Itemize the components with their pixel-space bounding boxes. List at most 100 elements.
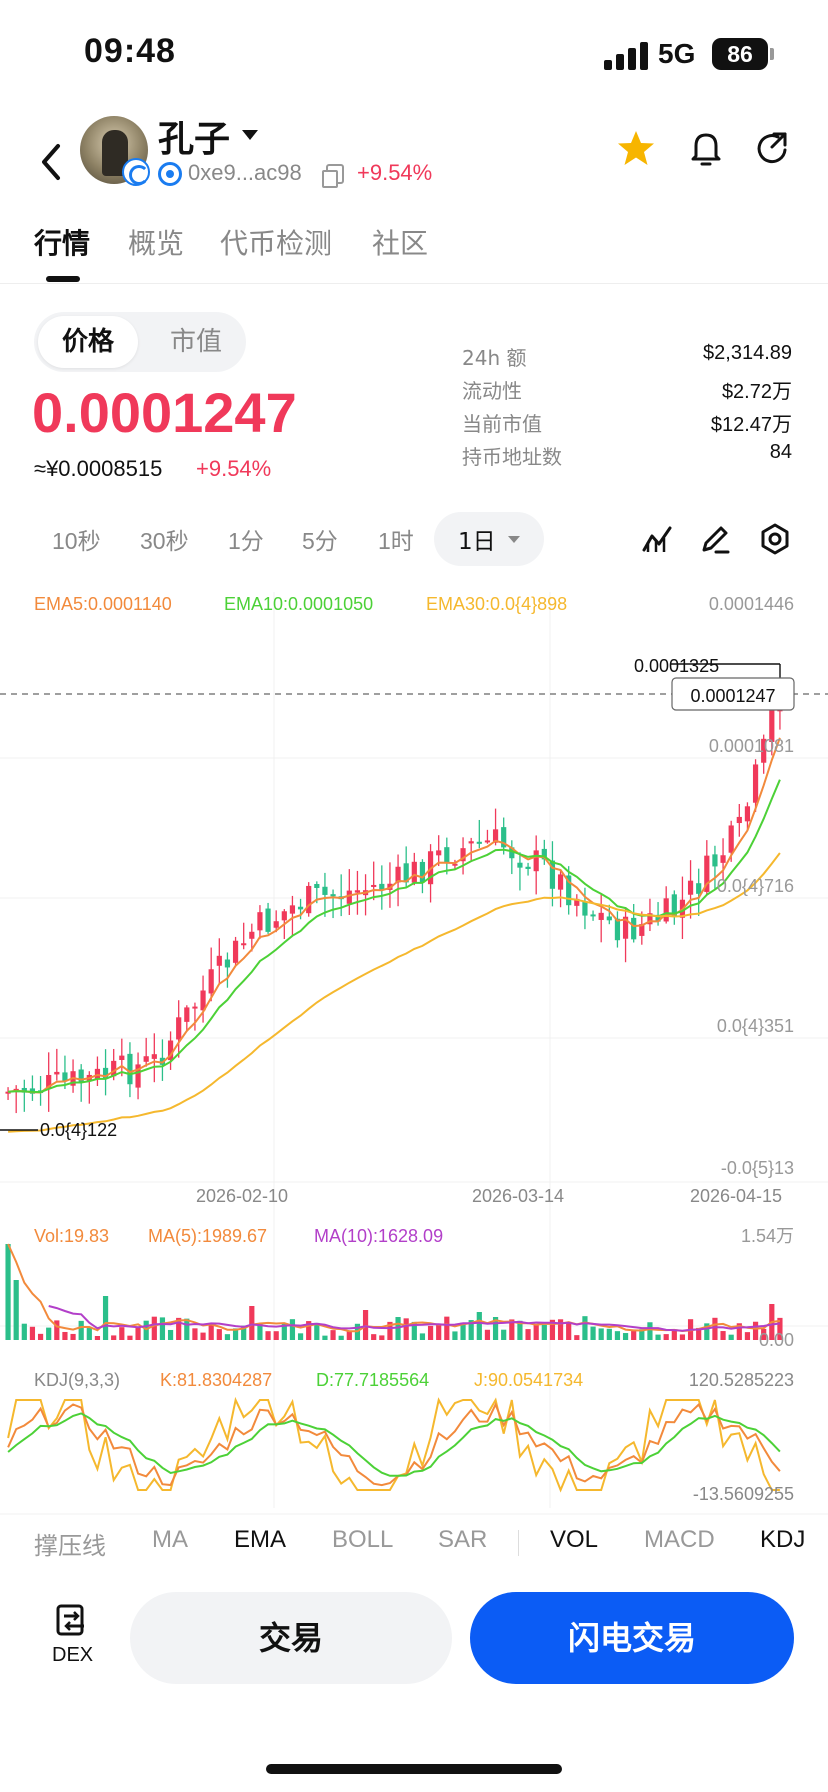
tab-community[interactable]: 社区 — [372, 222, 428, 262]
volume-bar — [151, 1316, 157, 1340]
volume-bar — [436, 1324, 442, 1340]
candle-body — [533, 850, 539, 872]
candle-body — [728, 825, 734, 853]
kline-chart[interactable]: EMA5:0.0001140 EMA10:0.0001050 EMA30:0.0… — [0, 572, 828, 1522]
indicator-boll[interactable]: BOLL — [332, 1526, 393, 1554]
indicator-icon[interactable] — [640, 522, 674, 556]
indicator-ema[interactable]: EMA — [234, 1526, 286, 1554]
indicator-ma[interactable]: MA — [152, 1526, 188, 1554]
candle-body — [606, 916, 612, 921]
token-name[interactable]: 孔子 — [158, 110, 230, 162]
contract-address: 0xe9...ac98 — [188, 160, 302, 185]
candle-body — [119, 1055, 125, 1060]
candle-body — [411, 861, 417, 883]
candle-body — [484, 840, 491, 843]
x-tick: 2026-02-10 — [196, 1186, 288, 1206]
candle-body — [257, 912, 263, 931]
indicator-support[interactable]: 撑压线 — [34, 1526, 106, 1561]
candle-body — [736, 816, 742, 824]
volume-bar — [476, 1312, 482, 1340]
candle-body — [54, 1071, 60, 1075]
candle-body — [687, 880, 694, 895]
candle-body — [468, 841, 474, 844]
indicator-vol[interactable]: VOL — [550, 1526, 598, 1554]
volume-bar — [622, 1333, 629, 1340]
tab-market[interactable]: 行情 — [34, 222, 90, 262]
volume-bar — [655, 1334, 661, 1340]
share-icon[interactable] — [752, 128, 792, 168]
volume-bar — [167, 1329, 174, 1340]
status-time: 09:48 — [84, 32, 176, 70]
tab-overview[interactable]: 概览 — [128, 222, 184, 262]
stat-row-liquidity: 流动性 $2.72万 — [462, 375, 792, 408]
ema5-label: EMA5:0.0001140 — [34, 594, 172, 614]
token-header: 孔子 0xe9...ac98 +9.54% — [0, 110, 828, 210]
flash-trade-button[interactable]: 闪电交易 — [470, 1592, 794, 1684]
timeframe-1m[interactable]: 1分 — [228, 522, 264, 556]
chevron-down-icon[interactable] — [242, 130, 258, 140]
volume-bar — [94, 1335, 101, 1340]
back-icon[interactable] — [36, 142, 66, 182]
candle-body — [631, 917, 637, 940]
vol-max-label: 1.54万 — [741, 1226, 794, 1246]
candle-body — [557, 874, 564, 890]
volume-bar — [614, 1331, 621, 1340]
stat-row-volume: 24h 额 $2,314.89 — [462, 342, 792, 375]
timeframe-30s[interactable]: 30秒 — [140, 522, 189, 556]
toggle-marketcap[interactable]: 市值 — [148, 316, 244, 368]
ema30-label: EMA30:0.0{4}898 — [426, 594, 567, 614]
volume-bar — [62, 1331, 68, 1340]
tab-token-check[interactable]: 代币检测 — [220, 222, 332, 262]
indicator-macd[interactable]: MACD — [644, 1526, 715, 1554]
vol-ma5-label: MA(5):1989.67 — [148, 1226, 267, 1246]
stat-label: 持币地址数 — [462, 445, 562, 469]
draw-icon[interactable] — [698, 522, 732, 556]
low-label: 0.0{4}122 — [40, 1120, 117, 1140]
indicator-sar[interactable]: SAR — [438, 1526, 487, 1554]
volume-bar — [249, 1306, 255, 1340]
indicator-kdj[interactable]: KDJ — [760, 1526, 805, 1554]
kline-chart-svg[interactable]: EMA5:0.0001140 EMA10:0.0001050 EMA30:0.0… — [0, 572, 828, 1522]
volume-bar — [37, 1333, 44, 1340]
volume-bar — [590, 1326, 596, 1340]
status-bar: 09:48 5G 86 — [0, 0, 828, 110]
volume-bar — [338, 1335, 344, 1340]
volume-bar — [419, 1333, 426, 1340]
trade-button[interactable]: 交易 — [130, 1592, 452, 1684]
settings-icon[interactable] — [758, 522, 792, 556]
candle-body — [598, 912, 604, 920]
candle-body — [322, 886, 328, 895]
volume-bar — [752, 1321, 759, 1340]
candle-body — [354, 890, 361, 893]
candle-body — [78, 1069, 84, 1083]
candle-body — [663, 898, 669, 922]
volume-bar — [78, 1320, 84, 1340]
timeframe-10s[interactable]: 10秒 — [52, 522, 101, 556]
candle-body — [590, 914, 596, 917]
vol-ma5-line — [7, 1243, 781, 1333]
star-icon[interactable] — [616, 128, 656, 168]
timeframe-5m[interactable]: 5分 — [302, 522, 338, 556]
candle-body — [712, 854, 718, 867]
kdj-max-label: 120.5285223 — [689, 1370, 794, 1390]
copy-icon[interactable] — [322, 164, 344, 188]
cny-price: ≈¥0.0008515 — [34, 456, 163, 481]
dex-icon[interactable] — [54, 1602, 90, 1640]
vol-label: Vol:19.83 — [34, 1226, 109, 1246]
timeframe-1h[interactable]: 1时 — [378, 522, 414, 556]
volume-bar — [224, 1334, 231, 1340]
volume-bar — [29, 1326, 36, 1340]
dex-label[interactable]: DEX — [52, 1644, 93, 1667]
toggle-price[interactable]: 价格 — [38, 316, 138, 368]
volume-bar — [265, 1331, 271, 1340]
volume-bar — [582, 1316, 588, 1340]
kdj-min-label: -13.5609255 — [693, 1484, 794, 1504]
volume-bar — [679, 1334, 686, 1340]
candle-body — [151, 1054, 157, 1059]
indicator-bar: 撑压线 MA EMA BOLL SAR VOL MACD KDJ — [0, 1516, 828, 1570]
volume-bar — [574, 1335, 580, 1340]
candle-body — [94, 1068, 101, 1079]
bell-icon[interactable] — [686, 128, 726, 168]
network-type: 5G — [658, 38, 696, 69]
volume-bar — [184, 1318, 190, 1340]
